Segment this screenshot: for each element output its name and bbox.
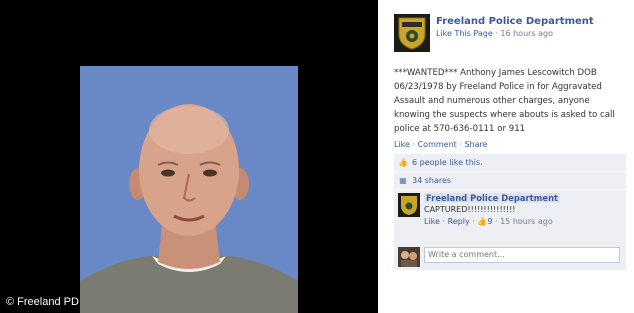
likes-count-link[interactable]: 6 people like this. xyxy=(412,158,483,167)
police-badge-icon[interactable] xyxy=(394,14,430,52)
thumbs-up-icon: 👍 xyxy=(398,158,408,167)
write-comment-row: Write a comment... xyxy=(394,244,626,270)
feedback-box: 👍 6 people like this. ▦ 34 shares Freela… xyxy=(394,154,626,270)
post-panel: Freeland Police Department Like This Pag… xyxy=(378,0,634,313)
comment-meta: Like · Reply · 👍9 · 15 hours ago xyxy=(424,217,553,226)
mugshot-photo xyxy=(80,66,298,313)
photo-viewer: © Freeland PD xyxy=(0,0,378,313)
share-icon: ▦ xyxy=(399,176,407,185)
commenter-badge-icon[interactable] xyxy=(398,193,420,217)
shares-row: ▦ 34 shares xyxy=(394,172,626,190)
post-text: ***WANTED*** Anthony James Lescowitch DO… xyxy=(394,68,615,134)
like-link[interactable]: Like xyxy=(394,140,410,149)
post-actions: Like · Comment · Share xyxy=(394,140,488,149)
share-link[interactable]: Share xyxy=(464,140,487,149)
user-avatar xyxy=(398,247,420,267)
comment-timestamp[interactable]: 15 hours ago xyxy=(500,217,553,226)
comment-like-count[interactable]: 9 xyxy=(487,217,492,226)
comment-link[interactable]: Comment xyxy=(418,140,457,149)
comment-text: CAPTURED!!!!!!!!!!!!!!! xyxy=(424,205,516,214)
comment-like-count-icon[interactable]: 👍 xyxy=(477,217,487,226)
post-meta: Like This Page · 16 hours ago xyxy=(436,29,553,38)
comment-like-link[interactable]: Like xyxy=(424,217,440,226)
comment-author-link[interactable]: Freeland Police Department xyxy=(424,193,561,203)
shares-count-link[interactable]: 34 shares xyxy=(412,176,451,185)
page-name-link[interactable]: Freeland Police Department xyxy=(436,16,594,27)
likes-row: 👍 6 people like this. xyxy=(394,154,626,172)
comment-item: Freeland Police Department CAPTURED!!!!!… xyxy=(394,190,626,244)
like-page-link[interactable]: Like This Page xyxy=(436,29,493,38)
comment-input[interactable]: Write a comment... xyxy=(424,247,620,263)
photo-credit: © Freeland PD xyxy=(6,296,79,308)
post-timestamp[interactable]: 16 hours ago xyxy=(500,29,553,38)
meta-separator: · xyxy=(495,29,498,38)
comment-reply-link[interactable]: Reply xyxy=(448,217,470,226)
